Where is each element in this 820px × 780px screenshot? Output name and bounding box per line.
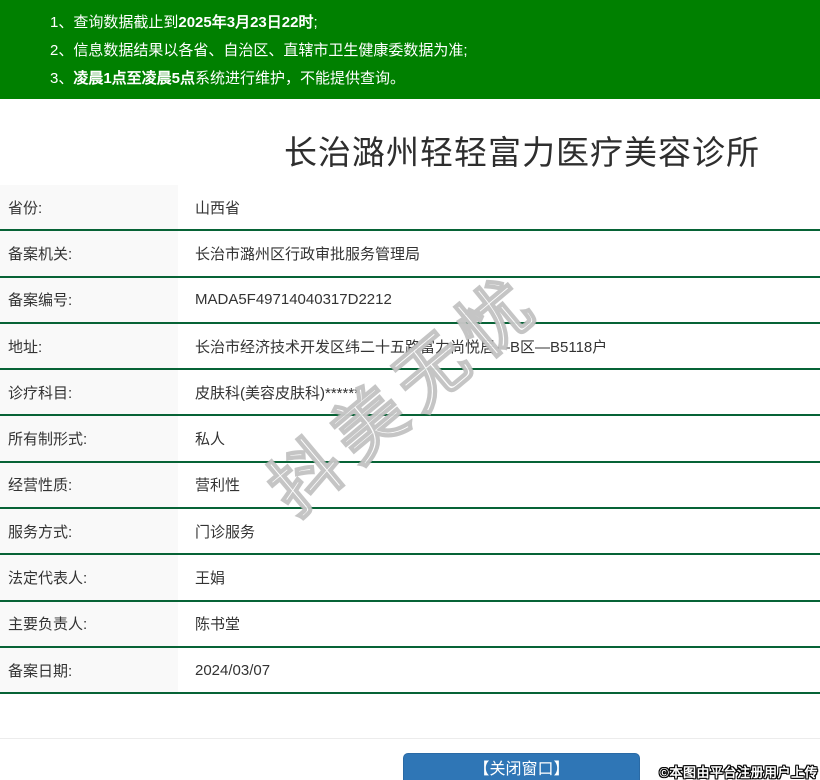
row-label: 备案日期: (0, 648, 178, 692)
title-area: 长治潞州轻轻富力医疗美容诊所 (0, 99, 820, 185)
table-row-legal-representative: 法定代表人: 王娟 (0, 555, 820, 601)
notice-line-1: 1、查询数据截止到2025年3月23日22时; (50, 9, 820, 37)
notice-text: 查询数据截止到 (73, 14, 178, 31)
row-value: 山西省 (178, 185, 820, 229)
notice-text: ; (313, 14, 317, 31)
notice-number: 2、 (50, 42, 73, 59)
footer: 【关闭窗口】 ©本图由平台注册用户上传 (0, 738, 820, 780)
row-label: 经营性质: (0, 463, 178, 507)
row-label: 法定代表人: (0, 555, 178, 599)
row-label: 备案机关: (0, 231, 178, 275)
notice-bold-text: 凌晨1点至凌晨5点 (73, 70, 195, 87)
row-label: 备案编号: (0, 278, 178, 322)
row-value: 私人 (178, 416, 820, 460)
row-value: 2024/03/07 (178, 648, 820, 692)
row-value: 长治市潞州区行政审批服务管理局 (178, 231, 820, 275)
table-row-ownership-form: 所有制形式: 私人 (0, 416, 820, 462)
page-title: 长治潞州轻轻富力医疗美容诊所 (224, 126, 820, 174)
row-value: 王娟 (178, 555, 820, 599)
row-value: 皮肤科(美容皮肤科)****** (178, 370, 820, 414)
table-row-business-nature: 经营性质: 营利性 (0, 463, 820, 509)
notice-line-3: 3、凌晨1点至凌晨5点系统进行维护，不能提供查询。 (50, 65, 820, 93)
notice-text: 信息数据结果以各省、自治区、直辖市卫生健康委数据为准; (73, 42, 467, 59)
notice-line-2: 2、信息数据结果以各省、自治区、直辖市卫生健康委数据为准; (50, 37, 820, 65)
close-window-button[interactable]: 【关闭窗口】 (403, 753, 640, 780)
notice-bold-text: 2025年3月23日22时 (178, 14, 313, 31)
row-label: 地址: (0, 324, 178, 368)
table-row-province: 省份: 山西省 (0, 185, 820, 231)
row-value: MADA5F49714040317D2212 (178, 278, 820, 322)
row-label: 诊疗科目: (0, 370, 178, 414)
row-label: 省份: (0, 185, 178, 229)
notice-number: 1、 (50, 14, 73, 31)
table-row-clinical-departments: 诊疗科目: 皮肤科(美容皮肤科)****** (0, 370, 820, 416)
notice-number: 3、 (50, 70, 73, 87)
row-value: 门诊服务 (178, 509, 820, 553)
table-row-principal-person: 主要负责人: 陈书堂 (0, 602, 820, 648)
notice-banner: 1、查询数据截止到2025年3月23日22时; 2、信息数据结果以各省、自治区、… (0, 0, 820, 99)
notice-text: 系统进行维护，不能提供查询。 (195, 70, 405, 87)
table-row-address: 地址: 长治市经济技术开发区纬二十五路富力尚悦居—B区—B5118户 (0, 324, 820, 370)
table-row-filing-authority: 备案机关: 长治市潞州区行政审批服务管理局 (0, 231, 820, 277)
table-row-filing-number: 备案编号: MADA5F49714040317D2212 (0, 278, 820, 324)
row-value: 营利性 (178, 463, 820, 507)
row-label: 服务方式: (0, 509, 178, 553)
table-row-service-mode: 服务方式: 门诊服务 (0, 509, 820, 555)
row-label: 主要负责人: (0, 602, 178, 646)
copyright-text: ©本图由平台注册用户上传 (659, 762, 818, 780)
info-table: 省份: 山西省 备案机关: 长治市潞州区行政审批服务管理局 备案编号: MADA… (0, 185, 820, 694)
registration-detail-page: 1、查询数据截止到2025年3月23日22时; 2、信息数据结果以各省、自治区、… (0, 0, 820, 780)
row-label: 所有制形式: (0, 416, 178, 460)
table-row-filing-date: 备案日期: 2024/03/07 (0, 648, 820, 694)
row-value: 陈书堂 (178, 602, 820, 646)
row-value: 长治市经济技术开发区纬二十五路富力尚悦居—B区—B5118户 (178, 324, 820, 368)
